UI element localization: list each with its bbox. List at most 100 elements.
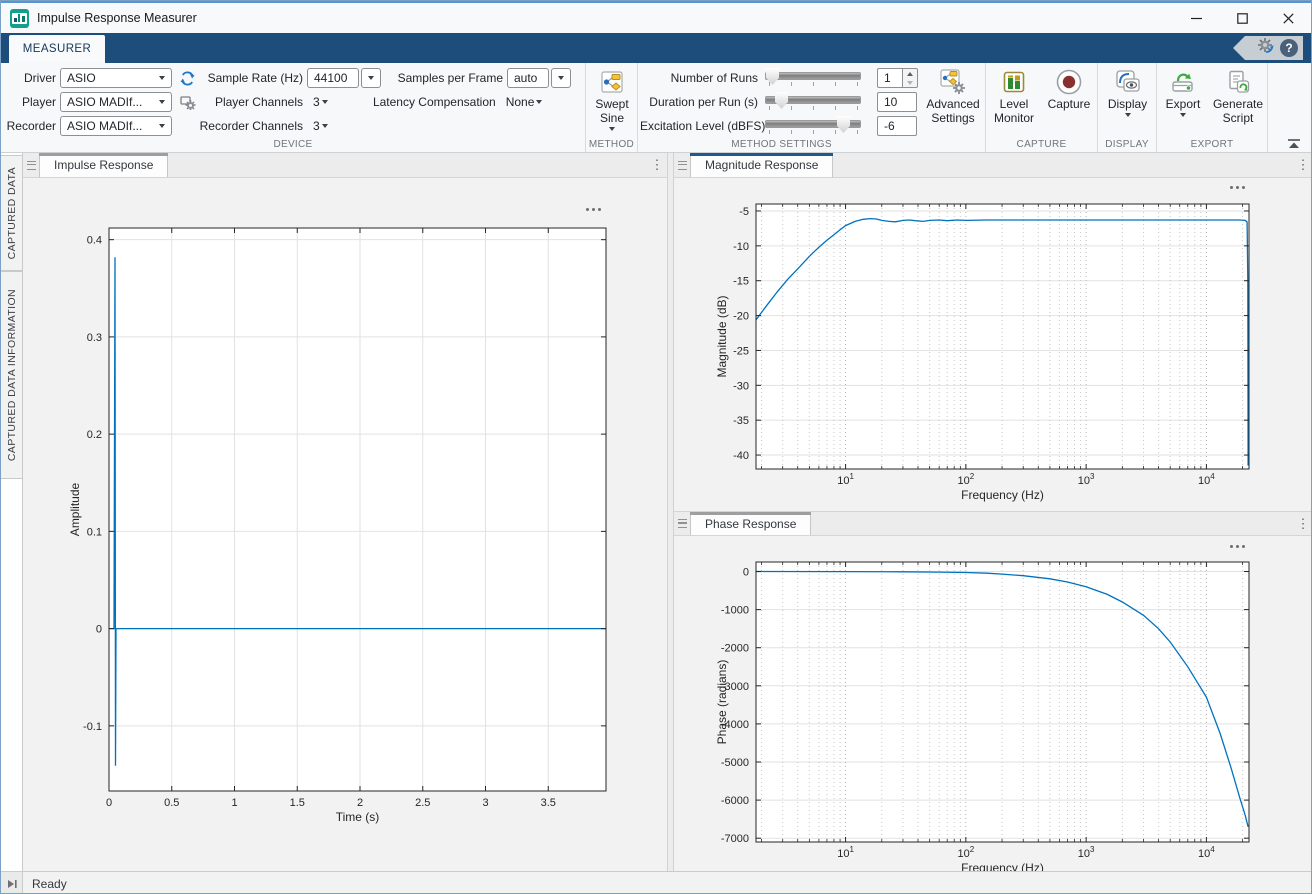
phase-plot-area: 1011021031040-1000-2000-3000-4000-5000-6…	[674, 537, 1312, 871]
svg-text:-2000: -2000	[721, 643, 749, 655]
swept-sine-button[interactable]: Swept Sine	[586, 63, 638, 131]
level-monitor-icon	[1001, 67, 1027, 97]
number-of-runs-field[interactable]: 1	[877, 68, 903, 88]
svg-text:0.2: 0.2	[87, 429, 102, 441]
svg-text:1.5: 1.5	[290, 797, 305, 809]
excitation-level-slider[interactable]	[763, 115, 863, 137]
svg-text:-25: -25	[733, 345, 749, 357]
magnitude-response-chart: 101102103104-5-10-15-20-25-30-35-40Frequ…	[674, 178, 1312, 511]
axes-toolbar-dots[interactable]	[586, 208, 601, 211]
sample-rate-input[interactable]: 44100	[307, 68, 359, 88]
chevron-down-icon	[558, 76, 564, 80]
latency-compensation-dropdown[interactable]: None	[506, 95, 549, 109]
phase-response-panel: Phase Response ⋮ 1011021031040-1000-2000…	[674, 511, 1312, 871]
sample-rate-label: Sample Rate (Hz)	[197, 71, 303, 85]
refresh-devices-icon[interactable]	[177, 68, 197, 88]
impulse-plot-area: 00.511.522.533.5-0.100.10.20.30.4Time (s…	[23, 178, 667, 871]
svg-text:-7000: -7000	[721, 833, 749, 845]
show-panel-icon[interactable]	[1, 872, 23, 894]
magnitude-tabbar: Magnitude Response ⋮	[674, 153, 1312, 178]
excitation-level-field[interactable]: -6	[877, 116, 917, 136]
sidebar-tab-captured-data-information[interactable]: CAPTURED DATA INFORMATION	[1, 271, 23, 479]
swept-sine-icon	[599, 67, 625, 97]
tab-magnitude-response[interactable]: Magnitude Response	[690, 153, 833, 177]
svg-text:-5: -5	[739, 206, 749, 218]
svg-text:0.1: 0.1	[87, 526, 102, 538]
player-channels-label: Player Channels	[197, 95, 303, 109]
tab-measurer[interactable]: MEASURER	[9, 35, 105, 63]
advanced-settings-label: Advanced Settings	[924, 97, 982, 125]
close-button[interactable]	[1265, 3, 1311, 33]
display-button[interactable]: Display	[1098, 63, 1157, 117]
sidebar-tab-captured-data[interactable]: CAPTURED DATA	[1, 155, 23, 271]
toolstrip: Driver ASIO Sample Rate (Hz) 44100 Sampl…	[1, 63, 1311, 153]
player-dropdown[interactable]: ASIO MADIf...	[60, 92, 172, 112]
quick-access-area: ?	[1233, 36, 1303, 60]
vertical-splitter[interactable]	[667, 153, 674, 871]
svg-text:0.3: 0.3	[87, 332, 102, 344]
panel-handle-icon[interactable]	[674, 512, 690, 535]
svg-text:-10: -10	[733, 241, 749, 253]
chevron-down-icon	[159, 76, 165, 80]
tab-impulse-response[interactable]: Impulse Response	[39, 153, 168, 177]
advanced-settings-button[interactable]: Advanced Settings	[923, 63, 983, 125]
help-icon[interactable]: ?	[1280, 39, 1298, 57]
level-monitor-label: Level Monitor	[989, 97, 1039, 125]
preferences-gear-icon[interactable]	[1256, 36, 1275, 60]
number-of-runs-slider[interactable]	[763, 67, 863, 89]
samples-per-frame-label: Samples per Frame	[381, 71, 503, 85]
panel-handle-icon[interactable]	[23, 153, 39, 177]
audio-device-settings-icon[interactable]	[177, 92, 197, 112]
samples-per-frame-input[interactable]: auto	[507, 68, 549, 88]
svg-text:104: 104	[1198, 845, 1215, 860]
duration-per-run-field[interactable]: 10	[877, 92, 917, 112]
svg-text:0.5: 0.5	[164, 797, 179, 809]
sample-rate-dropdown[interactable]	[361, 68, 381, 88]
latency-compensation-label: Latency Compensation	[356, 95, 496, 109]
driver-label: Driver	[4, 71, 56, 85]
minimize-button[interactable]	[1173, 3, 1219, 33]
section-display: Display DISPLAY	[1098, 63, 1157, 152]
svg-text:2: 2	[357, 797, 363, 809]
panel-menu-icon[interactable]: ⋮	[647, 153, 667, 177]
chevron-down-icon	[368, 76, 374, 80]
svg-text:-20: -20	[733, 311, 749, 323]
svg-text:0.4: 0.4	[87, 235, 102, 247]
samples-per-frame-dropdown[interactable]	[551, 68, 571, 88]
svg-text:Frequency (Hz): Frequency (Hz)	[961, 488, 1044, 502]
display-label: Display	[1108, 97, 1147, 111]
svg-text:1: 1	[231, 797, 237, 809]
svg-text:-5000: -5000	[721, 757, 749, 769]
export-label: Export	[1166, 97, 1201, 111]
chevron-down-icon	[159, 100, 165, 104]
impulse-response-chart: 00.511.522.533.5-0.100.10.20.30.4Time (s…	[23, 178, 667, 871]
panel-menu-icon[interactable]: ⋮	[1293, 512, 1312, 535]
svg-text:102: 102	[958, 845, 975, 860]
maximize-button[interactable]	[1219, 3, 1265, 33]
number-of-runs-spinner[interactable]	[903, 68, 918, 88]
axes-toolbar-dots[interactable]	[1230, 186, 1245, 189]
app-icon	[10, 9, 29, 28]
svg-text:3.5: 3.5	[541, 797, 556, 809]
svg-text:101: 101	[837, 472, 854, 487]
tab-phase-response[interactable]: Phase Response	[690, 512, 811, 535]
svg-text:-1000: -1000	[721, 605, 749, 617]
axes-toolbar-dots[interactable]	[1230, 545, 1245, 548]
panel-handle-icon[interactable]	[674, 153, 690, 177]
collapse-ribbon-icon[interactable]	[1287, 136, 1301, 146]
chevron-down-icon	[1125, 113, 1131, 117]
recorder-channels-dropdown[interactable]: 3	[313, 119, 334, 133]
svg-text:-6000: -6000	[721, 795, 749, 807]
duration-per-run-slider[interactable]	[763, 91, 863, 113]
svg-text:-15: -15	[733, 276, 749, 288]
app-window: Impulse Response Measurer MEASURER	[0, 0, 1312, 894]
player-channels-dropdown[interactable]: 3	[313, 95, 334, 109]
svg-text:Phase (radians): Phase (radians)	[715, 660, 729, 745]
device-section-label: DEVICE	[1, 139, 585, 150]
number-of-runs-label: Number of Runs	[640, 71, 758, 85]
panel-menu-icon[interactable]: ⋮	[1293, 153, 1312, 177]
generate-script-icon	[1224, 67, 1252, 97]
driver-dropdown[interactable]: ASIO	[60, 68, 172, 88]
duration-per-run-label: Duration per Run (s)	[640, 95, 758, 109]
recorder-dropdown[interactable]: ASIO MADIf...	[60, 116, 172, 136]
